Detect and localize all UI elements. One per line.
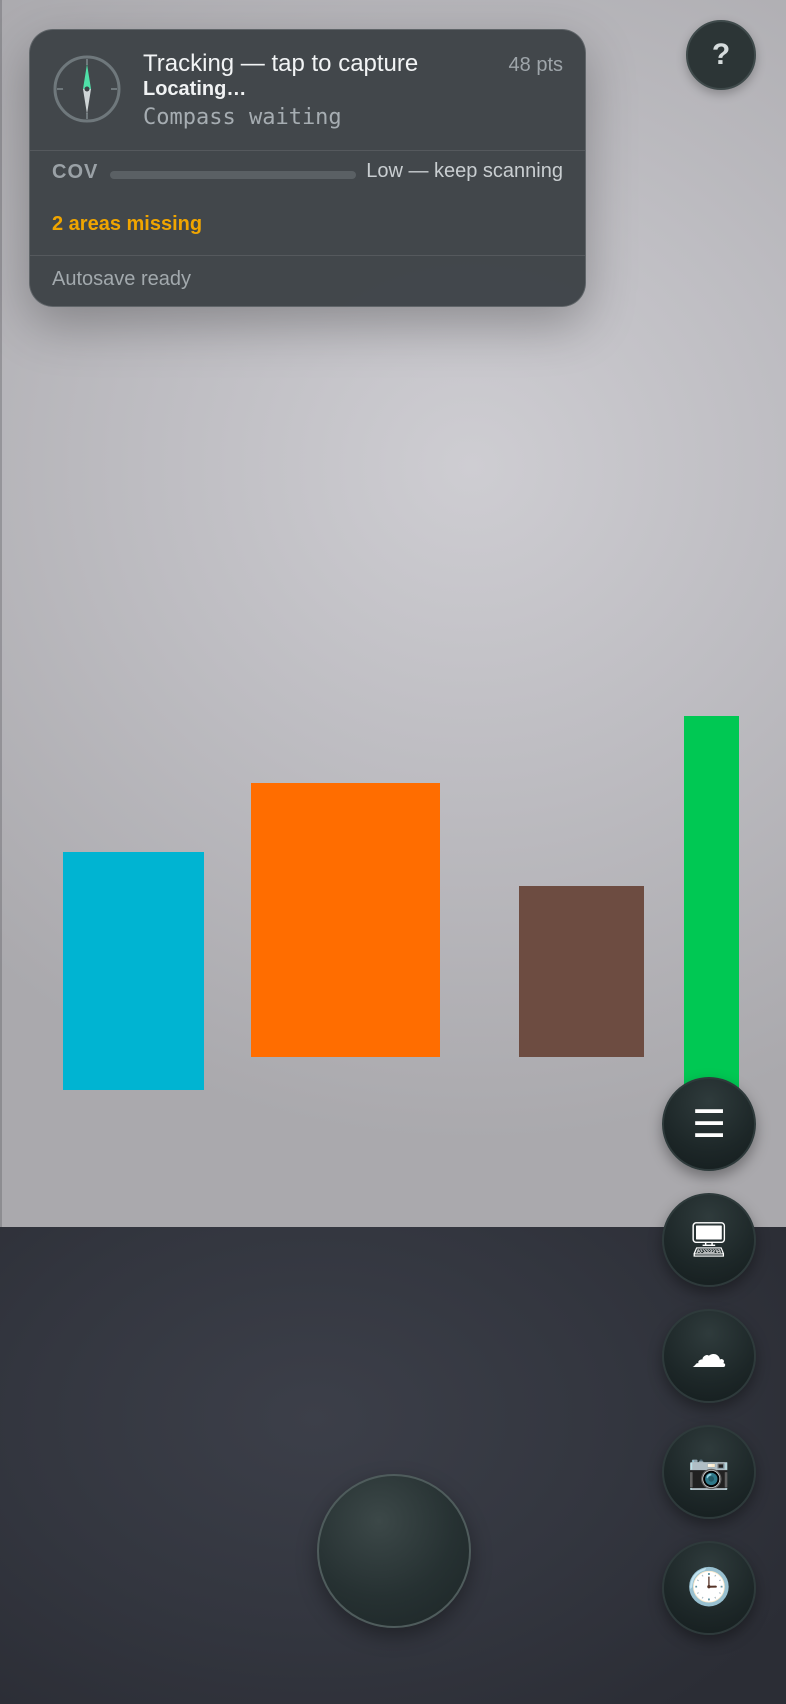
locating-status: Locating…	[143, 78, 247, 100]
clock-icon: 🕒	[686, 1567, 732, 1608]
autosave-status: Autosave ready	[52, 268, 191, 290]
coverage-row: COV Low — keep scanning	[30, 151, 585, 201]
point-count: 48 pts	[508, 54, 563, 76]
compass-icon	[53, 55, 121, 123]
menu-icon: ☰	[691, 1102, 727, 1146]
divider	[30, 255, 585, 256]
coverage-status: Low — keep scanning	[366, 160, 563, 182]
scanned-object-orange	[251, 783, 440, 1057]
camera-button[interactable]: 📷	[662, 1425, 756, 1519]
coverage-progress-bar	[110, 171, 356, 179]
tracking-status-panel: Tracking — tap to capture 48 pts Locatin…	[29, 29, 586, 307]
capture-button[interactable]	[317, 1474, 471, 1628]
coverage-label: COV	[52, 161, 99, 183]
help-button[interactable]: ?	[686, 20, 756, 90]
history-button[interactable]: 🕒	[662, 1541, 756, 1635]
camera-icon: 📷	[687, 1452, 731, 1492]
device-button[interactable]: 🖥	[662, 1193, 756, 1287]
scanned-object-green	[684, 716, 739, 1096]
missing-areas-warning: 2 areas missing	[52, 213, 203, 235]
scanned-object-cyan	[63, 852, 204, 1090]
status-header: Tracking — tap to capture 48 pts Locatin…	[30, 30, 585, 151]
menu-button[interactable]: ☰	[662, 1077, 756, 1171]
wall-edge	[0, 0, 2, 1227]
cloud-icon: ☁	[691, 1335, 727, 1376]
scanned-object-brown	[519, 886, 644, 1057]
cloud-button[interactable]: ☁	[662, 1309, 756, 1403]
compass-status: Compass waiting	[143, 105, 342, 130]
tracking-title: Tracking — tap to capture	[143, 50, 419, 77]
device-icon: 🖥	[687, 1220, 731, 1260]
